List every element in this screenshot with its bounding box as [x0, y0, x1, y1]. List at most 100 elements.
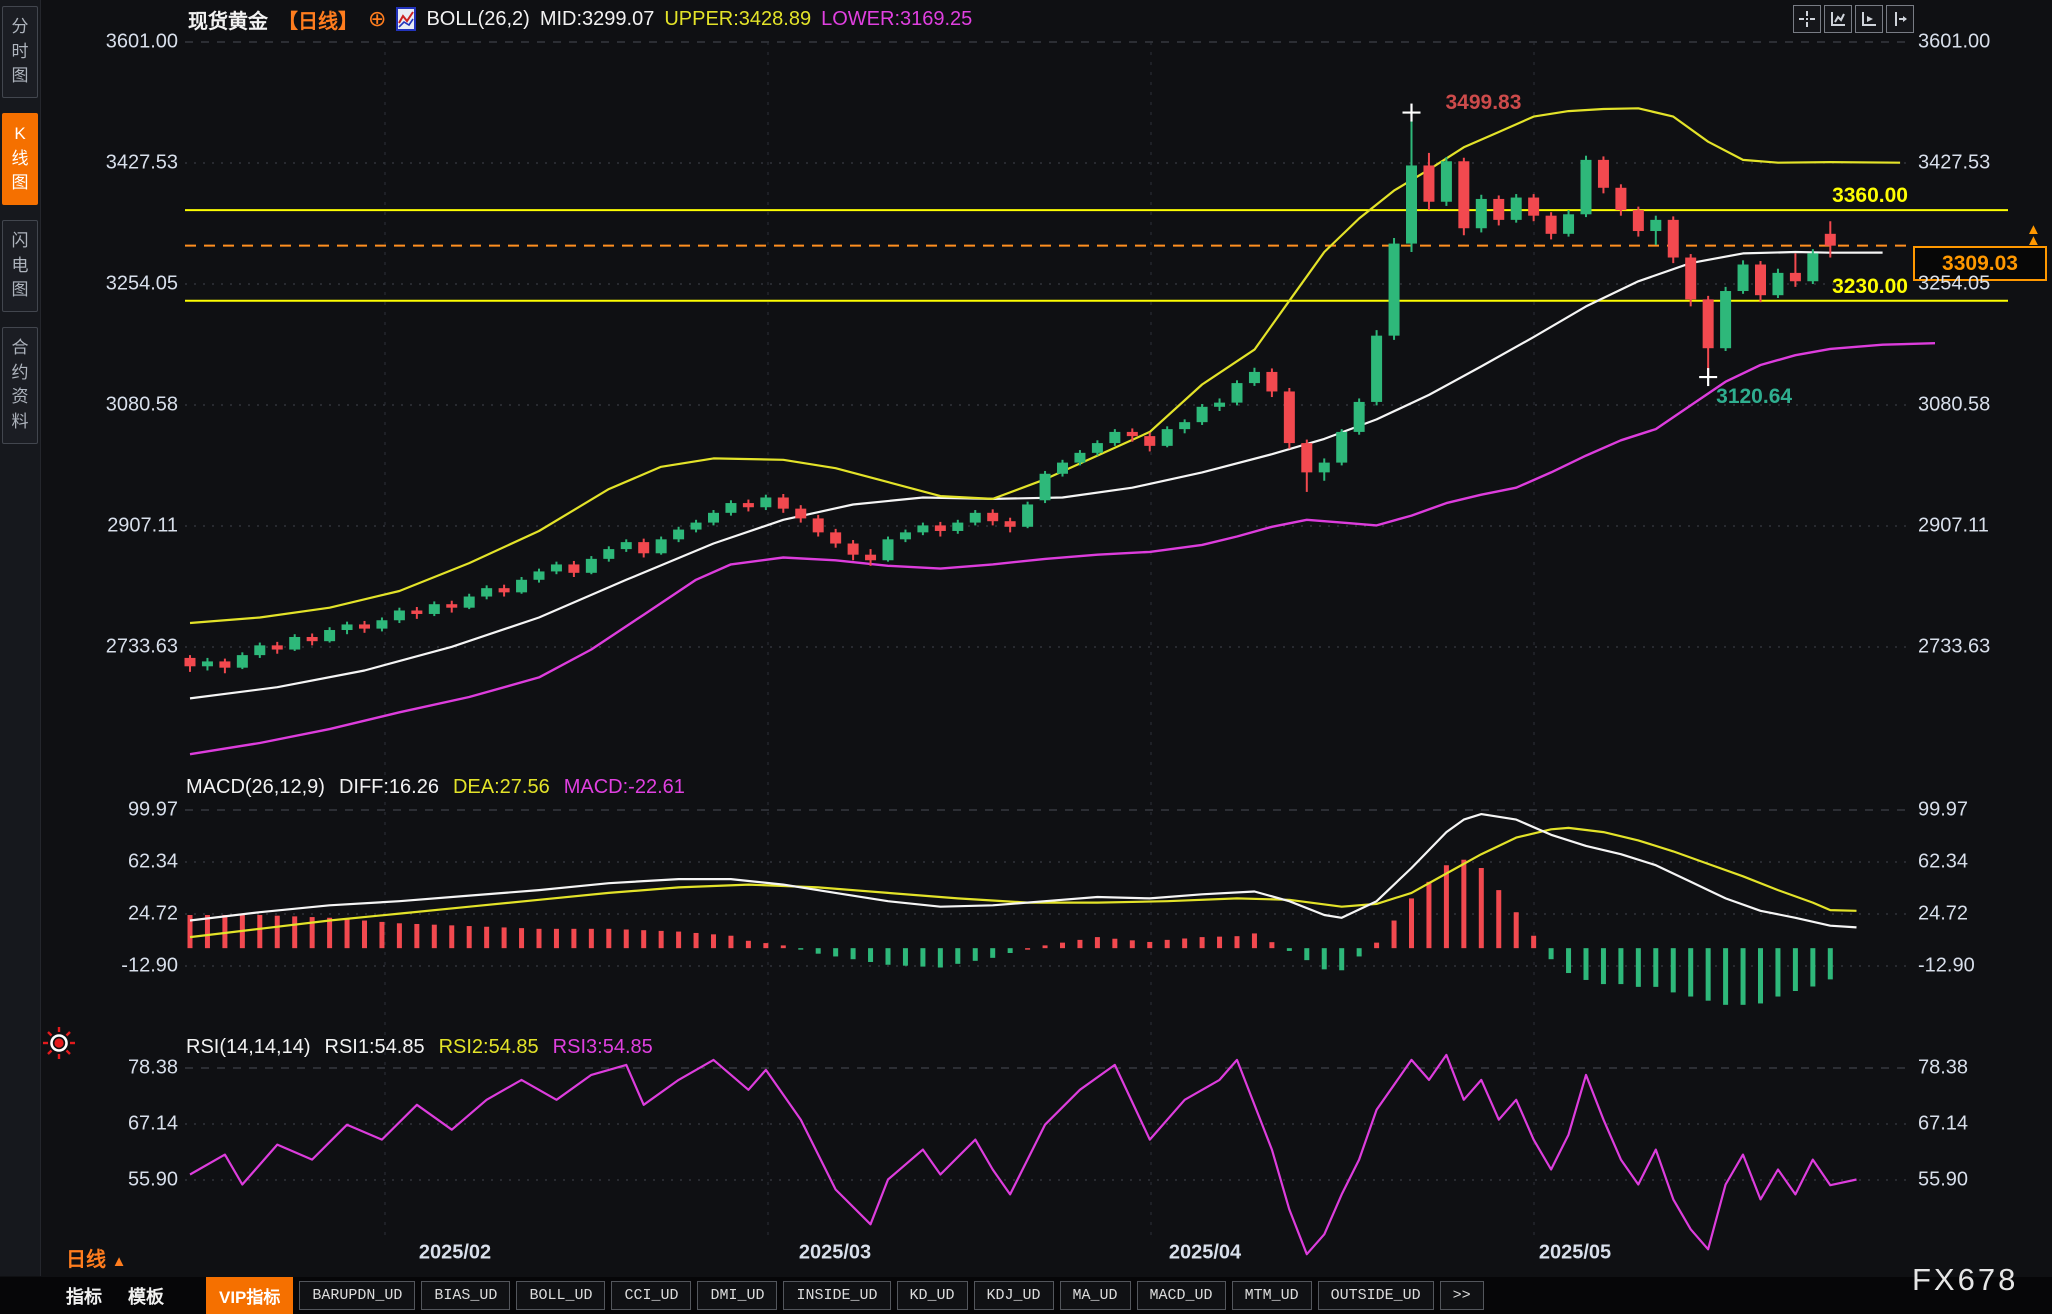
- y-axis-label: 3080.58: [1918, 394, 1990, 417]
- y-axis-label: 3080.58: [58, 394, 178, 417]
- candle-body: [1563, 214, 1574, 234]
- macd-bar: [1496, 890, 1501, 948]
- toolbar-tab-KDJ_UD[interactable]: KDJ_UD: [974, 1281, 1054, 1310]
- sidebar-tab-K线图[interactable]: K 线 图: [2, 113, 38, 205]
- boll-lower-line: [190, 343, 1935, 754]
- macd-bar: [624, 930, 629, 949]
- macd-bar: [397, 923, 402, 948]
- crosshair-icon[interactable]: [1793, 5, 1821, 33]
- macd-bar: [345, 919, 350, 948]
- y-axis-label: 3601.00: [1918, 31, 1990, 54]
- toolbar-tab-BARUPDN_UD[interactable]: BARUPDN_UD: [299, 1281, 415, 1310]
- macd-bar: [292, 916, 297, 948]
- toolbar-tab-MTM_UD[interactable]: MTM_UD: [1232, 1281, 1312, 1310]
- candle-body: [725, 503, 736, 513]
- macd-bar: [1566, 948, 1571, 973]
- toolbar-tab-指标[interactable]: 指标: [56, 1279, 112, 1313]
- candle-body: [289, 637, 300, 650]
- candle-body: [987, 513, 998, 521]
- macd-bar: [1706, 948, 1711, 1001]
- candle-body: [1197, 407, 1208, 422]
- chart-frame-icon[interactable]: [1824, 5, 1852, 33]
- toolbar-tab-BIAS_UD[interactable]: BIAS_UD: [421, 1281, 510, 1310]
- macd-bar: [571, 929, 576, 948]
- axis-shift-icon[interactable]: [1886, 5, 1914, 33]
- toolbar-tab-DMI_UD[interactable]: DMI_UD: [697, 1281, 777, 1310]
- toolbar-tab-OUTSIDE_UD[interactable]: OUTSIDE_UD: [1318, 1281, 1434, 1310]
- rsi-params: RSI(14,14,14): [186, 1036, 311, 1059]
- macd-bar: [1514, 912, 1519, 948]
- candle-body: [952, 523, 963, 531]
- period-tag[interactable]: 【日线】: [278, 5, 358, 34]
- macd-bar: [1287, 948, 1292, 951]
- toolbar-tab->>[interactable]: >>: [1440, 1281, 1484, 1310]
- macd-bar: [1531, 936, 1536, 948]
- candle-body: [970, 513, 981, 523]
- toolbar-tab-MA_UD[interactable]: MA_UD: [1060, 1281, 1131, 1310]
- sidebar-tab-闪电图[interactable]: 闪 电 图: [2, 220, 38, 312]
- candle-body: [1476, 199, 1487, 228]
- macd-bar: [1217, 937, 1222, 949]
- candle-body: [254, 645, 265, 655]
- candle-body: [202, 661, 213, 666]
- candle-body: [446, 604, 457, 607]
- macd-bar: [1322, 948, 1327, 969]
- candle-body: [1232, 383, 1243, 403]
- add-indicator-icon[interactable]: ⊕: [368, 6, 386, 32]
- period-selector[interactable]: 日线 ▲: [66, 1243, 126, 1272]
- toolbar-tab-CCI_UD[interactable]: CCI_UD: [611, 1281, 691, 1310]
- macd-bar: [1653, 948, 1658, 987]
- candle-body: [359, 624, 370, 628]
- candle-body: [603, 549, 614, 559]
- y-axis-label: 55.90: [58, 1169, 178, 1192]
- toolbar-tab-模板[interactable]: 模板: [118, 1279, 174, 1313]
- macd-bar: [1775, 948, 1780, 996]
- macd-bar: [763, 943, 768, 948]
- macd-bar: [1025, 948, 1030, 950]
- chart-play-icon[interactable]: [1855, 5, 1883, 33]
- y-axis-label: 78.38: [1918, 1057, 1968, 1080]
- sidebar-tab-合约资料[interactable]: 合 约 资 料: [2, 327, 38, 444]
- macd-bar: [1479, 868, 1484, 948]
- candle-body: [324, 630, 335, 641]
- symbol-name: 现货黄金: [188, 5, 268, 34]
- sidebar-tab-分时图[interactable]: 分 时 图: [2, 6, 38, 98]
- candle-body: [1581, 160, 1592, 214]
- candle-body: [900, 532, 911, 539]
- toolbar-tab-MACD_UD[interactable]: MACD_UD: [1137, 1281, 1226, 1310]
- candle-body: [394, 610, 405, 620]
- y-axis-label: 24.72: [58, 903, 178, 926]
- candle-body: [1336, 432, 1347, 463]
- macd-bar: [851, 948, 856, 959]
- rsi-line: [190, 1055, 1857, 1254]
- macd-bar: [1793, 948, 1798, 991]
- candle-body: [1092, 443, 1103, 453]
- toolbar-tab-VIP指标[interactable]: VIP指标: [206, 1277, 293, 1314]
- candle-body: [621, 542, 632, 549]
- candle-body: [1528, 198, 1539, 216]
- y-axis-label: 2733.63: [1918, 636, 1990, 659]
- candle-body: [638, 542, 649, 553]
- candle-body: [568, 564, 579, 572]
- toolbar-tab-KD_UD[interactable]: KD_UD: [897, 1281, 968, 1310]
- chart-canvas[interactable]: [0, 0, 2052, 1314]
- candle-body: [429, 604, 440, 614]
- macd-bar: [1077, 940, 1082, 948]
- rsi-header: RSI(14,14,14) RSI1:54.85 RSI2:54.85 RSI3…: [186, 1036, 653, 1059]
- candle-body: [1685, 258, 1696, 300]
- candle-body: [586, 559, 597, 573]
- toolbar-tab-BOLL_UD[interactable]: BOLL_UD: [516, 1281, 605, 1310]
- macd-bar: [903, 948, 908, 966]
- candle-body: [342, 624, 353, 630]
- macd-bar: [1304, 948, 1309, 960]
- y-axis-label: 3601.00: [58, 31, 178, 54]
- candle-body: [1389, 244, 1400, 336]
- macd-bar: [205, 915, 210, 948]
- candle-body: [1301, 443, 1312, 472]
- candle-body: [272, 645, 283, 649]
- x-axis-label: 2025/05: [1539, 1242, 1611, 1265]
- candle-body: [307, 637, 318, 641]
- candle-body: [551, 564, 562, 571]
- toolbar-tab-INSIDE_UD[interactable]: INSIDE_UD: [783, 1281, 890, 1310]
- x-axis-label: 2025/03: [799, 1242, 871, 1265]
